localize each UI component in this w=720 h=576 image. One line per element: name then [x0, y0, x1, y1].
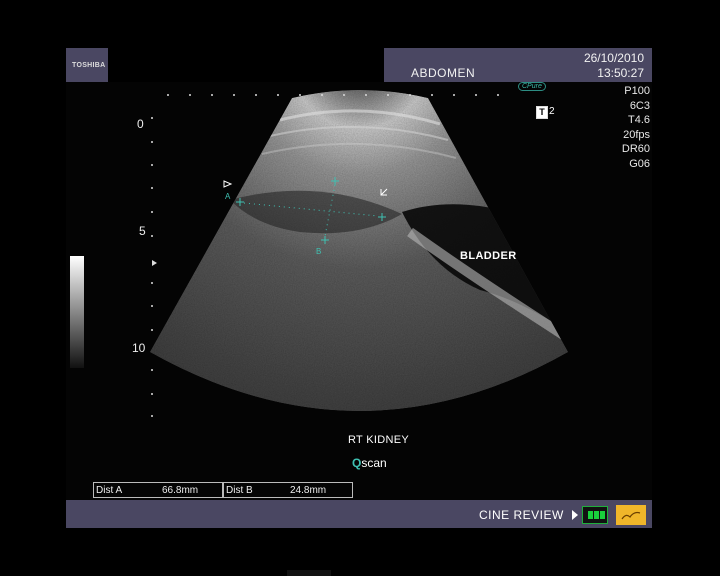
- depth-10: 10: [132, 341, 146, 355]
- measurement-dist-b: Dist B 24.8mm: [223, 482, 353, 498]
- qscan-q: Q: [352, 456, 362, 470]
- measurement-value: 24.8mm: [290, 485, 327, 496]
- cine-loop-button[interactable]: [582, 506, 608, 524]
- bladder-label: BLADDER: [460, 250, 517, 262]
- grayscale-bar: [70, 256, 84, 368]
- flag-signature-icon: [621, 511, 641, 520]
- measurement-label: Dist B: [226, 485, 253, 496]
- caliper-a-label: A: [225, 192, 231, 201]
- qscan-label: Qscan: [352, 456, 387, 470]
- measurement-value: 66.8mm: [162, 485, 199, 496]
- cine-flag-icon[interactable]: [616, 505, 646, 525]
- bottom-edge: [287, 570, 331, 576]
- qscan-rest: scan: [361, 456, 387, 470]
- depth-0: 0: [137, 117, 144, 131]
- depth-5: 5: [139, 224, 146, 238]
- play-arrow-icon[interactable]: [572, 510, 578, 520]
- measurement-label: Dist A: [96, 485, 123, 496]
- cine-review-label: CINE REVIEW: [479, 508, 564, 522]
- organ-label: RT KIDNEY: [348, 434, 409, 446]
- caliper-b-label: B: [316, 247, 321, 256]
- footer-bar: [66, 500, 652, 528]
- cursor-marker-icon: [223, 180, 233, 188]
- measurement-dist-a: Dist A 66.8mm: [93, 482, 223, 498]
- focus-marker-icon: [152, 260, 157, 266]
